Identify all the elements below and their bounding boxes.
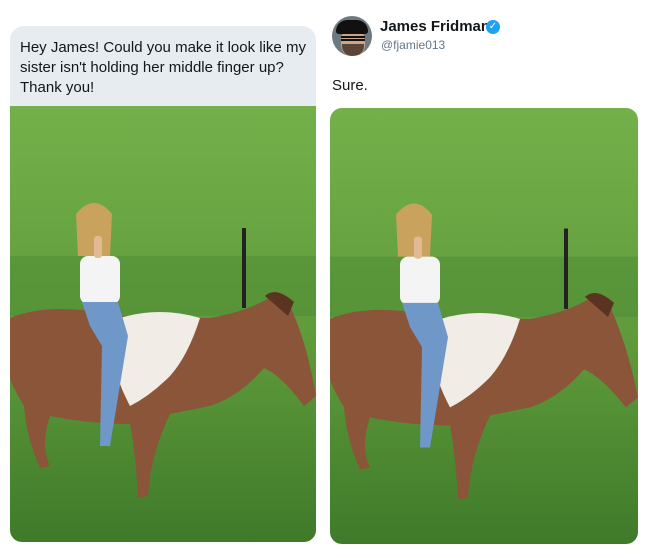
author-name[interactable]: James Fridman [380,18,490,35]
original-photo[interactable] [10,106,316,542]
verified-badge-icon: ✓ [486,20,500,34]
author-avatar[interactable] [332,16,372,56]
edited-photo-image [330,108,638,544]
request-bubble: Hey James! Could you make it look like m… [10,26,316,106]
author-handle[interactable]: @fjamie013 [381,38,445,52]
reply-text: Sure. [332,77,368,94]
original-photo-image [10,106,316,542]
edited-photo[interactable] [330,108,638,544]
request-text: Hey James! Could you make it look like m… [20,39,306,96]
